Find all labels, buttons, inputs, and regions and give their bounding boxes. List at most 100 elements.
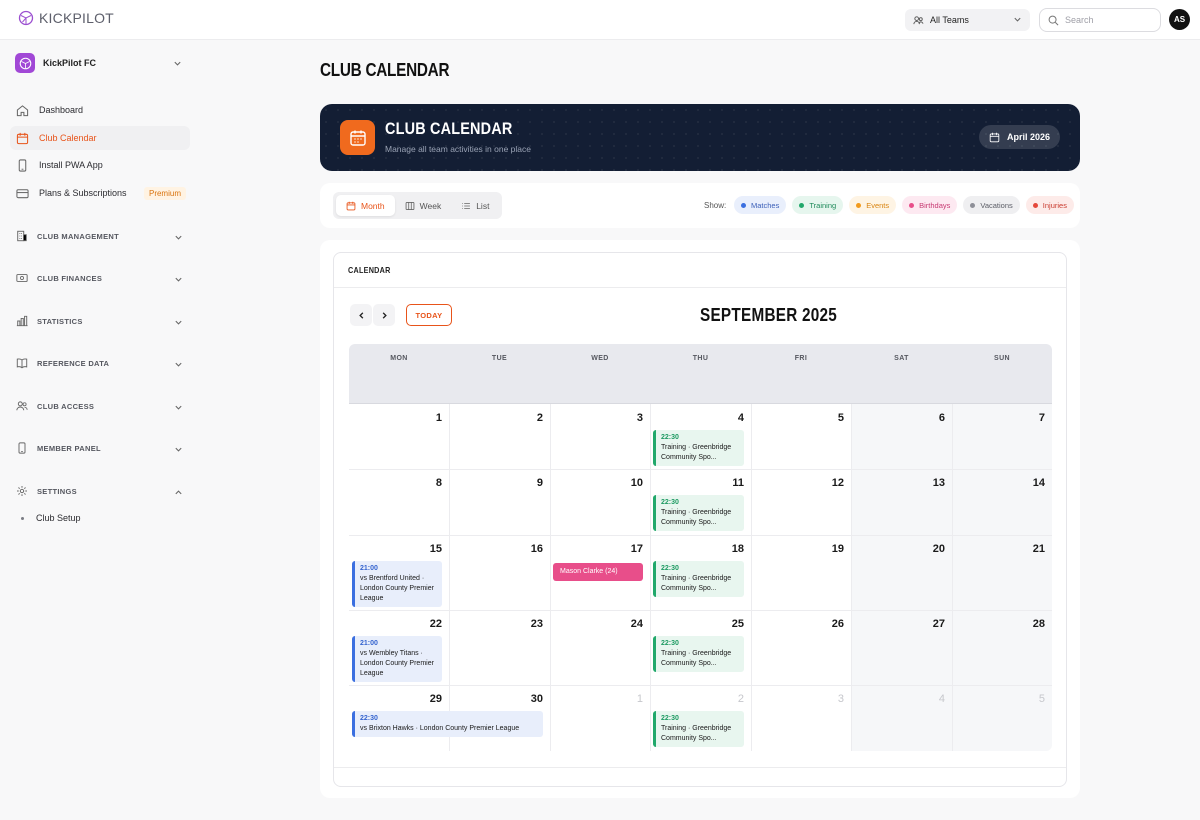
day-number: 21 xyxy=(1032,543,1045,555)
search-input[interactable] xyxy=(1065,15,1145,25)
day-number: 8 xyxy=(435,477,442,489)
calendar-icon xyxy=(989,132,1000,142)
month-title: SEPTEMBER 2025 xyxy=(700,305,838,325)
sidebar-item-install-pwa[interactable]: Install PWA App xyxy=(10,153,190,177)
calendar-event[interactable]: 21:00 vs Brentford United · London County… xyxy=(352,561,442,607)
legend-dot xyxy=(741,202,746,208)
filter-chip-injuries[interactable]: Injuries xyxy=(1025,196,1074,214)
section-club-finances[interactable]: CLUB FINANCES xyxy=(16,270,186,286)
sidebar-item-dashboard[interactable]: Dashboard xyxy=(10,98,190,122)
section-member-panel[interactable]: MEMBER PANEL xyxy=(16,440,186,456)
users-icon xyxy=(16,401,28,411)
building-icon xyxy=(17,230,27,242)
columns-icon xyxy=(405,201,414,210)
chevron-down-icon xyxy=(175,320,182,325)
event-time: 22:30 xyxy=(360,715,378,722)
app-logo[interactable]: KICKPILOT xyxy=(18,10,114,26)
section-club-management[interactable]: CLUB MANAGEMENT xyxy=(16,228,186,244)
day-number: 15 xyxy=(429,543,442,555)
chevron-right-icon xyxy=(382,311,387,319)
day-number: 23 xyxy=(530,618,543,630)
day-number: 14 xyxy=(1032,477,1045,489)
filter-chip-matches[interactable]: Matches xyxy=(734,196,787,214)
calendar-icon xyxy=(346,201,356,210)
calendar-event[interactable]: 22:30 vs Brixton Hawks · London County Pr… xyxy=(352,711,543,737)
event-time: 21:00 xyxy=(360,640,378,647)
sidebar-item-plans[interactable]: Plans & Subscriptions Premium xyxy=(10,181,190,205)
sidebar-item-label: Plans & Subscriptions xyxy=(39,188,127,198)
day-number: 1 xyxy=(636,693,643,705)
list-icon xyxy=(462,202,471,209)
calendar-event[interactable]: Mason Clarke (24) xyxy=(553,563,643,581)
next-month-button[interactable] xyxy=(373,304,395,326)
weekday-label: SAT xyxy=(894,355,909,362)
event-title: Training · Greenbridge Community Spo... xyxy=(661,509,732,526)
calendar-card: CALENDAR TODAY SEPTEMBER 2025 MON TUE WED T… xyxy=(320,240,1080,798)
filter-chip-vacations[interactable]: Vacations xyxy=(963,196,1020,214)
day-number: 16 xyxy=(530,543,543,555)
weekday-label: FRI xyxy=(794,355,808,362)
sidebar-item-club-setup[interactable]: Club Setup xyxy=(21,513,81,523)
hero-subtitle: Manage all team activities in one place xyxy=(385,144,531,154)
club-logo xyxy=(15,53,35,73)
club-name: KickPilot FC xyxy=(43,58,97,68)
today-button[interactable]: TODAY xyxy=(406,304,452,326)
event-title: Training · Greenbridge Community Spo... xyxy=(661,575,732,592)
view-week-button[interactable]: Week xyxy=(395,195,452,216)
bullet-icon xyxy=(21,516,24,520)
book-icon xyxy=(16,358,28,369)
month-grid: MON TUE WED THU FRI SAT SUN 1 2 3 4 5 6 7 8 9 10 11 12 13 14… xyxy=(349,344,1052,751)
weekday-label: MON xyxy=(390,355,408,362)
app-name: KICKPILOT xyxy=(39,10,114,26)
event-title: vs Brentford United · London County Prem… xyxy=(360,575,434,602)
phone-icon xyxy=(18,158,27,172)
section-label: SETTINGS xyxy=(37,486,77,496)
calendar-event[interactable]: 22:30 Training · Greenbridge Community Sp… xyxy=(653,430,744,466)
day-number: 19 xyxy=(831,543,844,555)
view-switcher: Month Week List xyxy=(333,192,503,219)
day-number: 13 xyxy=(932,477,945,489)
calendar-event[interactable]: 21:00 vs Wembley Titans · London County P… xyxy=(352,636,442,682)
weekday-label: TUE xyxy=(491,355,508,362)
section-statistics[interactable]: STATISTICS xyxy=(16,313,186,329)
filter-chip-label: Injuries xyxy=(1042,200,1067,210)
filter-chip-training[interactable]: Training xyxy=(792,196,844,214)
section-label: STATISTICS xyxy=(37,316,83,326)
prev-month-button[interactable] xyxy=(350,304,372,326)
legend-dot xyxy=(970,202,976,208)
filter-chip-birthdays[interactable]: Birthdays xyxy=(902,196,958,214)
home-icon xyxy=(16,104,29,116)
chevron-left-icon xyxy=(358,311,363,319)
day-number: 9 xyxy=(536,477,543,489)
view-label: List xyxy=(476,200,490,211)
day-number: 26 xyxy=(831,618,844,630)
calendar-event[interactable]: 22:30 Training · Greenbridge Community Sp… xyxy=(653,636,744,672)
filter-chips: Matches Training Events Birthdays Vacations I… xyxy=(734,196,1074,214)
filter-chip-events[interactable]: Events xyxy=(849,196,897,214)
section-reference-data[interactable]: REFERENCE DATA xyxy=(16,355,186,371)
avatar[interactable]: AS xyxy=(1169,9,1190,30)
hero-banner: CLUB CALENDAR Manage all team activities… xyxy=(320,104,1080,171)
calendar-event[interactable]: 22:30 Training · Greenbridge Community Sp… xyxy=(653,561,744,597)
chevron-down-icon xyxy=(174,61,181,66)
section-label: REFERENCE DATA xyxy=(37,358,110,368)
calendar-event[interactable]: 22:30 Training · Greenbridge Community Sp… xyxy=(653,711,744,747)
chevron-down-icon xyxy=(175,447,182,452)
view-list-button[interactable]: List xyxy=(451,195,499,216)
day-number: 2 xyxy=(536,412,543,424)
section-club-access[interactable]: CLUB ACCESS xyxy=(16,398,186,414)
club-switcher[interactable]: KickPilot FC xyxy=(15,53,185,73)
date-picker-button[interactable]: April 2026 xyxy=(978,125,1060,149)
filter-chip-label: Events xyxy=(866,200,890,210)
calendar-event[interactable]: 22:30 Training · Greenbridge Community Sp… xyxy=(653,495,744,531)
sidebar-item-label: Club Setup xyxy=(36,513,81,523)
day-number: 6 xyxy=(938,412,945,424)
view-month-button[interactable]: Month xyxy=(336,195,395,216)
section-settings[interactable]: SETTINGS xyxy=(16,483,186,499)
view-label: Month xyxy=(361,200,385,211)
team-select[interactable]: All Teams xyxy=(905,9,1030,31)
day-number: 17 xyxy=(630,543,643,555)
card-icon xyxy=(16,188,29,198)
sidebar-item-club-calendar[interactable]: Club Calendar xyxy=(10,126,190,150)
date-picker-label: April 2026 xyxy=(1006,132,1050,142)
